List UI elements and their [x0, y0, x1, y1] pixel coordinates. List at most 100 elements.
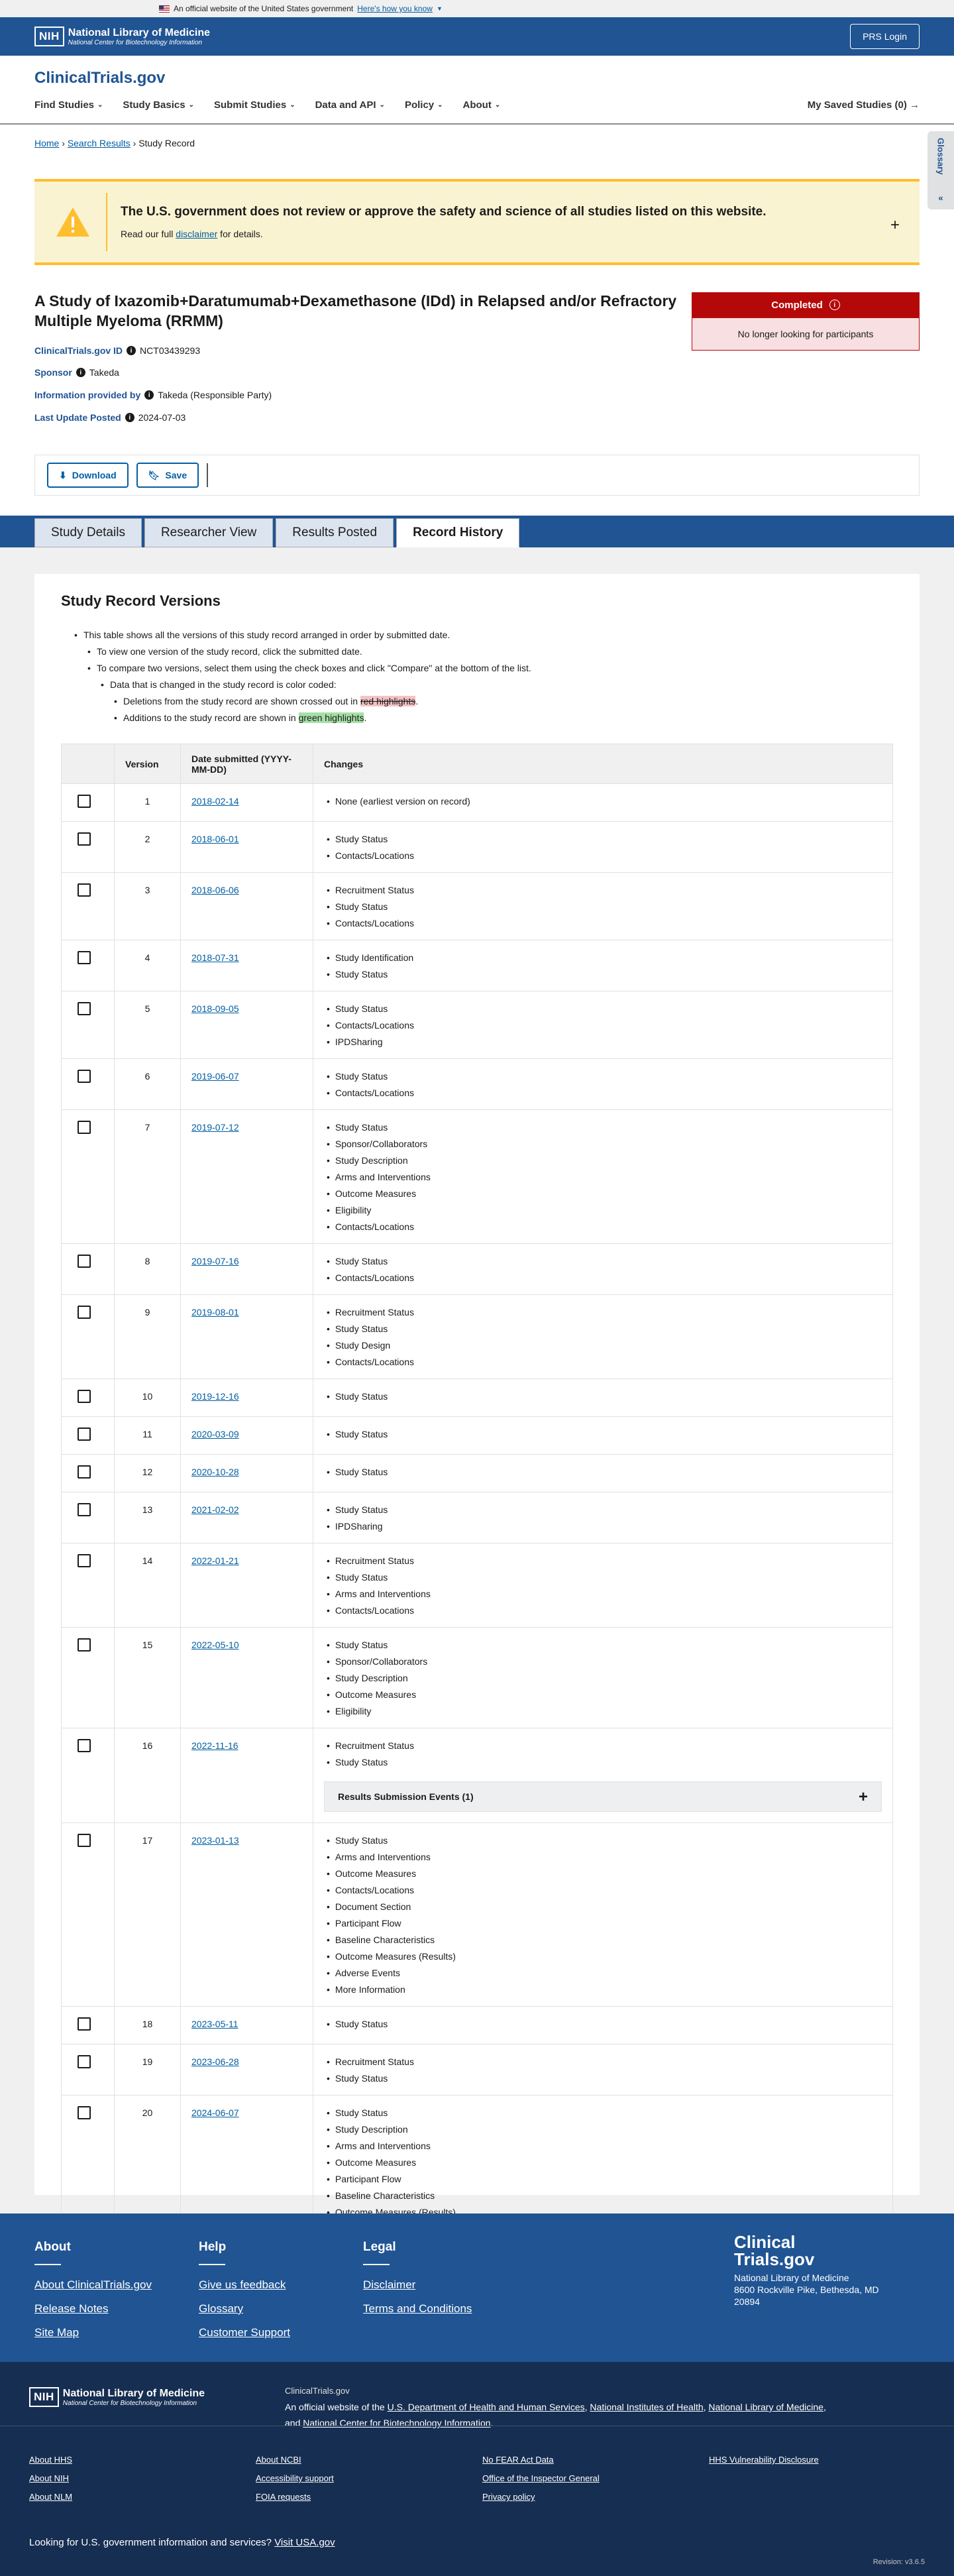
- table-row: 10 2019-12-16 Study Status: [61, 1378, 893, 1417]
- clinicaltrials-logo[interactable]: ClinicalTrials.gov: [34, 69, 165, 87]
- version-date-link[interactable]: 2023-06-28: [191, 2056, 239, 2067]
- breadcrumb-current: Study Record: [138, 138, 195, 148]
- version-checkbox[interactable]: [78, 2017, 91, 2031]
- version-date-link[interactable]: 2019-08-01: [191, 1307, 239, 1317]
- info-icon[interactable]: i: [829, 300, 840, 310]
- version-date-link[interactable]: 2022-11-16: [191, 1740, 238, 1751]
- visit-usa-gov-link[interactable]: Visit USA.gov: [274, 2537, 335, 2548]
- version-checkbox[interactable]: [78, 1390, 91, 1403]
- footer-link[interactable]: Terms and Conditions: [363, 2302, 472, 2316]
- tab-researcher-view[interactable]: Researcher View: [144, 518, 274, 547]
- nav-data-and-api[interactable]: Data and API ⌄: [315, 99, 385, 111]
- version-checkbox[interactable]: [78, 1121, 91, 1134]
- version-checkbox[interactable]: [78, 1070, 91, 1083]
- version-checkbox[interactable]: [78, 1503, 91, 1516]
- footer-link[interactable]: Customer Support: [199, 2326, 290, 2339]
- version-checkbox[interactable]: [78, 1465, 91, 1479]
- heres-how-you-know-link[interactable]: Here's how you know: [357, 4, 433, 13]
- version-checkbox[interactable]: [78, 1638, 91, 1652]
- version-date-link[interactable]: 2018-06-01: [191, 834, 239, 844]
- footer-link[interactable]: Give us feedback: [199, 2278, 290, 2292]
- version-checkbox[interactable]: [78, 1428, 91, 1441]
- version-date-link[interactable]: 2020-03-09: [191, 1429, 239, 1439]
- nav-policy[interactable]: Policy ⌄: [405, 99, 443, 111]
- version-checkbox[interactable]: [78, 795, 91, 808]
- list-item: Study Status: [335, 2105, 882, 2121]
- version-checkbox[interactable]: [78, 832, 91, 846]
- footer-link[interactable]: Office of the Inspector General: [482, 2473, 600, 2483]
- footer-link[interactable]: Disclaimer: [363, 2278, 472, 2292]
- prs-login-button[interactable]: PRS Login: [850, 24, 920, 49]
- version-checkbox[interactable]: [78, 1306, 91, 1319]
- disclaimer-link[interactable]: disclaimer: [176, 229, 217, 239]
- glossary-tab[interactable]: Glossary «: [928, 131, 954, 209]
- version-checkbox[interactable]: [78, 1002, 91, 1015]
- info-icon[interactable]: i: [127, 346, 136, 355]
- version-checkbox[interactable]: [78, 2055, 91, 2068]
- nih-link[interactable]: National Institutes of Health: [590, 2402, 703, 2412]
- version-date-link[interactable]: 2022-01-21: [191, 1555, 239, 1566]
- nav-find-studies[interactable]: Find Studies ⌄: [34, 99, 103, 111]
- version-date-link[interactable]: 2019-06-07: [191, 1071, 239, 1082]
- footer-link[interactable]: About NLM: [29, 2492, 72, 2502]
- version-checkbox[interactable]: [78, 1255, 91, 1268]
- changes-list: Study Status: [324, 1388, 882, 1405]
- version-date-link[interactable]: 2018-02-14: [191, 796, 239, 807]
- breadcrumb-search-results[interactable]: Search Results: [68, 138, 131, 148]
- nih-logo[interactable]: NIH National Library of Medicine Nationa…: [34, 27, 210, 46]
- save-button[interactable]: 🔖︎ Save: [136, 463, 199, 488]
- breadcrumb-home[interactable]: Home: [34, 138, 59, 148]
- version-checkbox[interactable]: [78, 1834, 91, 1847]
- info-icon[interactable]: i: [144, 390, 154, 400]
- info-icon[interactable]: i: [125, 413, 134, 422]
- version-checkbox[interactable]: [78, 1739, 91, 1752]
- hhs-link[interactable]: U.S. Department of Health and Human Serv…: [388, 2402, 585, 2412]
- footer-link[interactable]: About NIH: [29, 2473, 69, 2483]
- results-submission-events-accordion[interactable]: Results Submission Events (1) +: [324, 1781, 882, 1812]
- version-date-link[interactable]: 2023-05-11: [191, 2019, 238, 2029]
- footer-link[interactable]: FOIA requests: [256, 2492, 311, 2502]
- footer-link[interactable]: About ClinicalTrials.gov: [34, 2278, 152, 2292]
- nav-submit-studies[interactable]: Submit Studies ⌄: [214, 99, 295, 111]
- tab-results-posted[interactable]: Results Posted: [276, 518, 394, 547]
- version-date-link[interactable]: 2021-02-02: [191, 1504, 239, 1515]
- version-checkbox[interactable]: [78, 951, 91, 964]
- footer-link[interactable]: About NCBI: [256, 2455, 301, 2465]
- footer-link[interactable]: Glossary: [199, 2302, 290, 2316]
- version-checkbox[interactable]: [78, 2106, 91, 2119]
- footer-link[interactable]: No FEAR Act Data: [482, 2455, 554, 2465]
- version-date-link[interactable]: 2023-01-13: [191, 1835, 239, 1846]
- version-date-link[interactable]: 2019-12-16: [191, 1391, 239, 1402]
- version-date-link[interactable]: 2019-07-12: [191, 1122, 239, 1133]
- table-row: 13 2021-02-02 Study StatusIPDSharing: [61, 1492, 893, 1543]
- chevron-down-icon: ⌄: [379, 101, 385, 109]
- table-row: 3 2018-06-06 Recruitment StatusStudy Statu…: [61, 872, 893, 940]
- version-date-link[interactable]: 2018-09-05: [191, 1003, 239, 1014]
- footer-link[interactable]: About HHS: [29, 2455, 72, 2465]
- version-date-link[interactable]: 2018-06-06: [191, 885, 239, 895]
- version-date-link[interactable]: 2020-10-28: [191, 1467, 239, 1477]
- version-checkbox[interactable]: [78, 883, 91, 897]
- expand-plus-icon[interactable]: +: [890, 216, 900, 235]
- version-date-link[interactable]: 2022-05-10: [191, 1640, 239, 1650]
- version-date-link[interactable]: 2018-07-31: [191, 952, 239, 963]
- nav-about[interactable]: About ⌄: [463, 99, 501, 111]
- download-button[interactable]: ⬇ Download: [47, 463, 129, 488]
- version-date-link[interactable]: 2024-06-07: [191, 2107, 239, 2118]
- version-date-link[interactable]: 2019-07-16: [191, 1256, 239, 1266]
- tab-record-history[interactable]: Record History: [396, 518, 520, 547]
- footer-nih-logo[interactable]: NIH National Library of Medicine Nationa…: [29, 2387, 205, 2407]
- tab-study-details[interactable]: Study Details: [34, 518, 142, 547]
- ncbi-link[interactable]: National Center for Biotechnology Inform…: [303, 2418, 490, 2428]
- nlm-link[interactable]: National Library of Medicine: [708, 2402, 823, 2412]
- my-saved-studies-link[interactable]: My Saved Studies (0) →: [808, 99, 920, 111]
- footer-link[interactable]: Release Notes: [34, 2302, 152, 2316]
- footer-link[interactable]: Site Map: [34, 2326, 152, 2339]
- changes-list: Recruitment StatusStudy Status: [324, 1738, 882, 1771]
- version-checkbox[interactable]: [78, 1554, 91, 1567]
- footer-link[interactable]: Accessibility support: [256, 2473, 334, 2483]
- footer-link[interactable]: HHS Vulnerability Disclosure: [709, 2455, 819, 2465]
- footer-link[interactable]: Privacy policy: [482, 2492, 535, 2502]
- info-icon[interactable]: i: [76, 368, 85, 377]
- nav-study-basics[interactable]: Study Basics ⌄: [123, 99, 194, 111]
